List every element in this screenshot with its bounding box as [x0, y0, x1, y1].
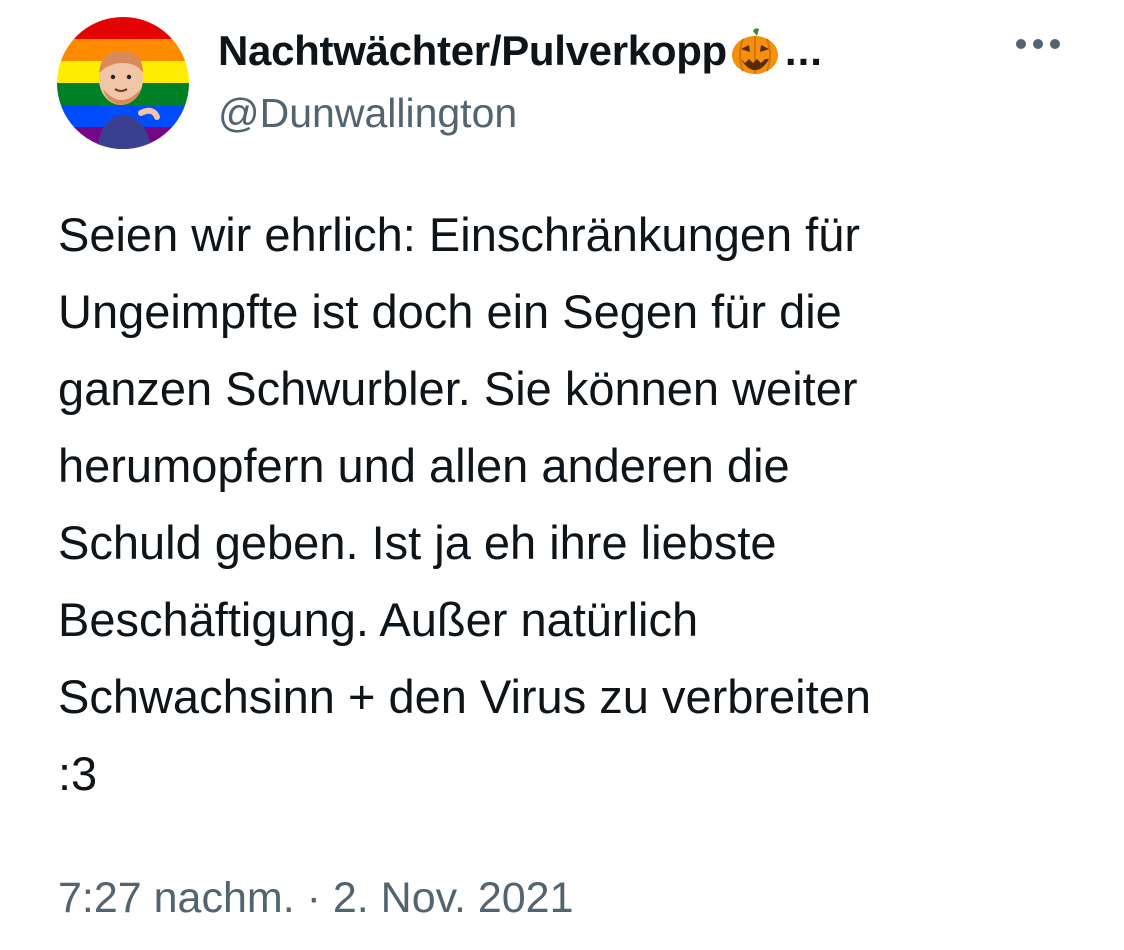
tweet-card: Nachtwächter/Pulverkopp ... @Dunwallingt… — [0, 0, 1124, 950]
jack-o-lantern-icon — [729, 25, 781, 77]
more-options-button[interactable] — [1010, 22, 1066, 66]
pride-flag-avatar-icon — [57, 17, 189, 149]
timestamp-separator: · — [294, 874, 333, 922]
author-handle[interactable]: @Dunwallington — [218, 90, 517, 137]
author-display-name[interactable]: Nachtwächter/Pulverkopp — [218, 27, 727, 75]
author-name-row[interactable]: Nachtwächter/Pulverkopp ... — [218, 22, 823, 80]
more-horizontal-icon — [1016, 39, 1060, 49]
tweet-date[interactable]: 2. Nov. 2021 — [333, 874, 574, 922]
name-truncation: ... — [784, 27, 823, 74]
tweet-text: Seien wir ehrlich: Einschränkungen für U… — [58, 208, 871, 800]
tweet-time[interactable]: 7:27 nachm. — [58, 874, 295, 922]
tweet-timestamp[interactable]: 7:27 nachm. · 2. Nov. 2021 — [58, 874, 574, 923]
avatar[interactable] — [57, 17, 189, 149]
